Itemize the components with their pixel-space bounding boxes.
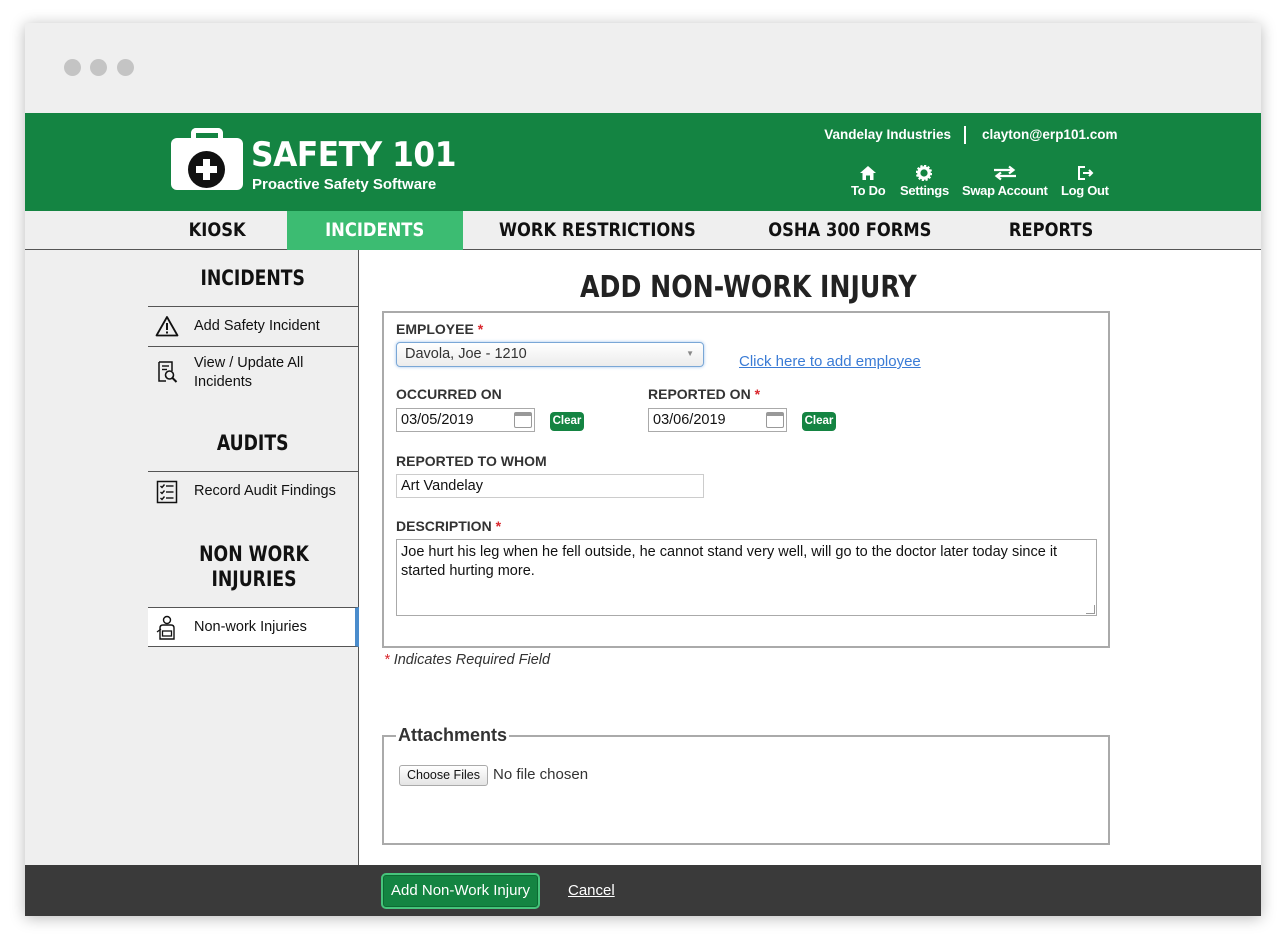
app-header: SAFETY 101 Proactive Safety Software Van… (25, 113, 1261, 211)
settings-link[interactable]: Settings (900, 164, 949, 198)
clear-reported-on-button[interactable]: Clear (802, 412, 836, 431)
user-email: clayton@erp101.com (982, 127, 1118, 142)
warning-triangle-icon (155, 315, 179, 339)
swap-arrows-icon (962, 165, 1047, 183)
window-maximize-dot[interactable] (117, 59, 134, 76)
choose-files-button[interactable]: Choose Files (399, 765, 488, 786)
logout-icon (1061, 165, 1109, 183)
form-footer: Add Non-Work Injury Cancel (25, 865, 1261, 916)
brand-tagline: Proactive Safety Software (252, 176, 437, 193)
main-nav: KIOSK INCIDENTS WORK RESTRICTIONS OSHA 3… (25, 211, 1261, 250)
gear-icon (900, 164, 949, 183)
browser-window: SAFETY 101 Proactive Safety Software Van… (25, 23, 1261, 916)
checklist-icon (155, 480, 179, 504)
sidebar-heading-audits: AUDITS (217, 431, 289, 455)
add-employee-link[interactable]: Click here to add employee (739, 353, 921, 370)
no-file-chosen-text: No file chosen (493, 766, 589, 783)
reported-on-date-input[interactable]: 03/06/2019 (648, 408, 787, 432)
sidebar-item-non-work-injuries[interactable]: Non-work Injuries (148, 607, 359, 647)
reported-to-whom-input[interactable]: Art Vandelay (396, 474, 704, 498)
clear-occurred-on-button[interactable]: Clear (550, 412, 584, 431)
sidebar-item-record-audit-findings[interactable]: Record Audit Findings (148, 471, 359, 511)
main-content: ADD NON-WORK INJURY EMPLOYEE * Davola, J… (360, 250, 1261, 865)
todo-link[interactable]: To Do (851, 165, 886, 198)
reported-to-whom-label: REPORTED TO WHOM (396, 453, 547, 469)
chevron-down-icon: ▼ (686, 349, 694, 358)
tab-work-restrictions[interactable]: WORK RESTRICTIONS (463, 211, 731, 250)
company-name: Vandelay Industries (824, 127, 951, 142)
logout-link[interactable]: Log Out (1061, 165, 1109, 198)
attachments-fieldset: Attachments Choose Files No file chosen (382, 725, 1110, 845)
swap-account-link[interactable]: Swap Account (962, 165, 1048, 198)
cancel-link[interactable]: Cancel (568, 882, 615, 899)
calendar-icon[interactable] (514, 412, 532, 428)
required-field-note: * Indicates Required Field (384, 652, 551, 668)
window-close-dot[interactable] (64, 59, 81, 76)
home-icon (851, 165, 885, 183)
header-separator (964, 126, 966, 144)
window-minimize-dot[interactable] (90, 59, 107, 76)
description-label: DESCRIPTION * (396, 518, 502, 534)
tab-kiosk[interactable]: KIOSK (148, 211, 286, 250)
tab-reports[interactable]: REPORTS (969, 211, 1133, 250)
brand-name: SAFETY 101 (251, 135, 457, 175)
reported-on-label: REPORTED ON * (648, 386, 761, 402)
resize-grip-icon[interactable] (1086, 605, 1095, 614)
attachments-legend: Attachments (396, 725, 510, 746)
occurred-on-date-input[interactable]: 03/05/2019 (396, 408, 535, 432)
sidebar-heading-non-work-injuries: NON WORK INJURIES (198, 542, 309, 591)
document-search-icon (155, 360, 179, 384)
employee-select[interactable]: Davola, Joe - 1210 ▼ (396, 342, 704, 367)
injured-person-icon (155, 615, 179, 640)
add-non-work-injury-button[interactable]: Add Non-Work Injury (383, 875, 538, 907)
employee-label: EMPLOYEE * (396, 321, 484, 337)
tab-osha-300-forms[interactable]: OSHA 300 FORMS (731, 211, 969, 250)
sidebar-item-view-update-all-incidents[interactable]: View / Update All Incidents (148, 346, 359, 399)
occurred-on-label: OCCURRED ON (396, 386, 502, 402)
page-title: ADD NON-WORK INJURY (579, 270, 917, 305)
window-titlebar (25, 23, 1261, 113)
injury-form: EMPLOYEE * Davola, Joe - 1210 ▼ Click he… (382, 311, 1110, 648)
calendar-icon[interactable] (766, 412, 784, 428)
sidebar: INCIDENTS Add Safety Incident View / Upd… (25, 250, 359, 865)
description-textarea[interactable]: Joe hurt his leg when he fell outside, h… (396, 539, 1097, 616)
tab-incidents[interactable]: INCIDENTS (287, 211, 463, 250)
sidebar-item-add-safety-incident[interactable]: Add Safety Incident (148, 306, 359, 346)
sidebar-heading-incidents: INCIDENTS (200, 266, 306, 290)
